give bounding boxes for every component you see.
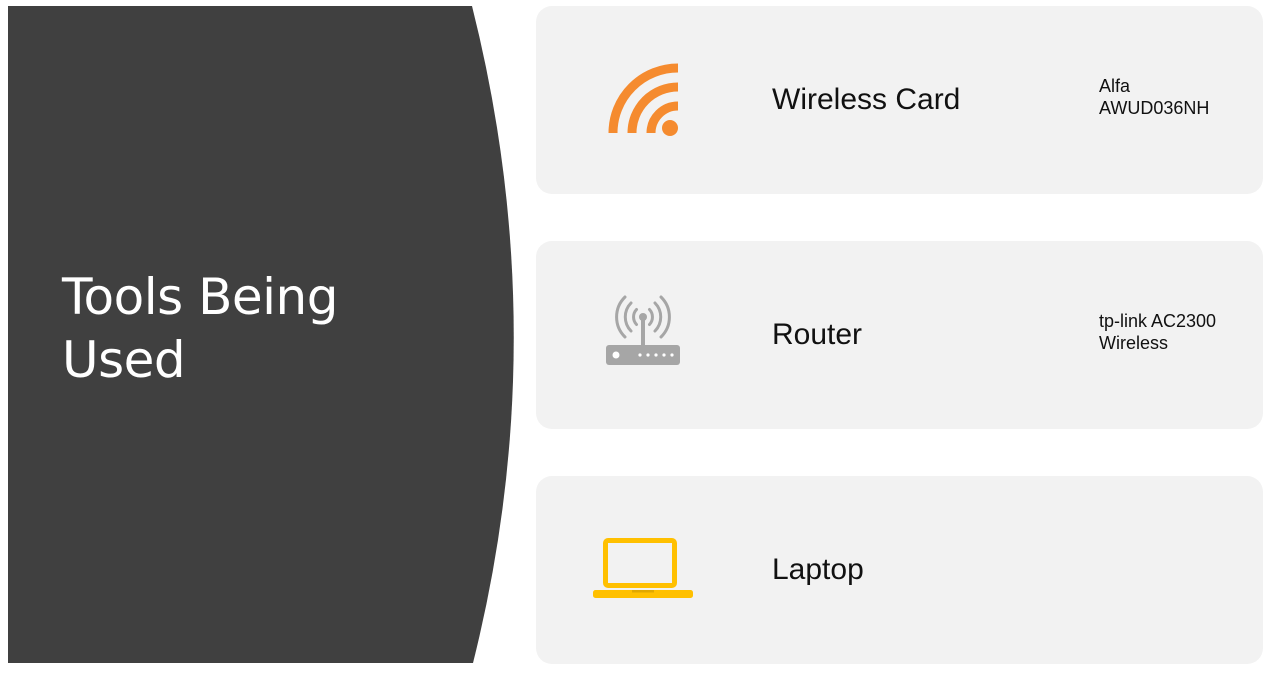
- tool-detail-line-2: Wireless: [1099, 333, 1169, 353]
- laptop-icon: [588, 520, 698, 620]
- tool-detail-line-2: AWUD036NH: [1099, 98, 1210, 118]
- router-icon: [588, 285, 698, 385]
- tool-card-router: Router tp-link AC2300 Wireless: [536, 241, 1263, 429]
- tool-name: Router: [772, 318, 863, 351]
- wifi-signal-icon: [588, 50, 698, 150]
- tool-name: Laptop: [772, 553, 864, 586]
- slide-title-line-1: Tools Being: [62, 268, 338, 326]
- tool-detail-line-1: Alfa: [1099, 76, 1131, 96]
- tool-detail-line-1: tp-link AC2300: [1099, 311, 1217, 331]
- slide-title-line-2: Used: [62, 331, 186, 389]
- tool-detail: Alfa AWUD036NH: [1099, 75, 1249, 119]
- tool-name: Wireless Card: [772, 83, 961, 116]
- tool-card-laptop: Laptop: [536, 476, 1263, 664]
- slide-title: Tools Being Used: [62, 266, 462, 392]
- title-panel: Tools Being Used: [0, 0, 520, 673]
- tool-detail: tp-link AC2300 Wireless: [1099, 310, 1249, 354]
- tool-card-wireless-card: Wireless Card Alfa AWUD036NH: [536, 6, 1263, 194]
